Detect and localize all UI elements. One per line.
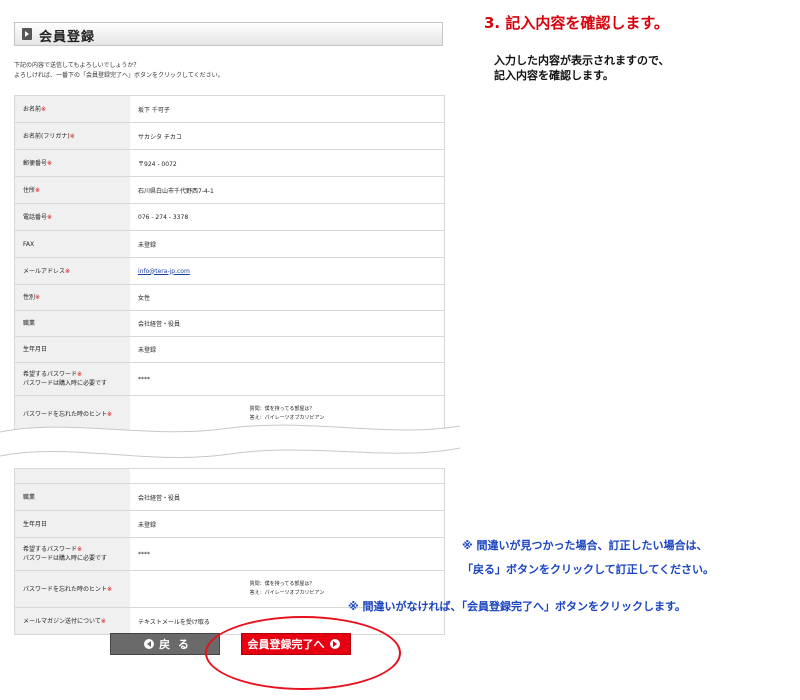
page-break-divider: [0, 424, 460, 458]
label-hint-2: パスワードを忘れた時のヒント ※: [15, 571, 130, 607]
note-error-1: ※ 間違いが見つかった場合、訂正したい場合は、: [462, 539, 708, 552]
row-cut-top: [15, 469, 444, 484]
hint-question-2: 質問：僕を持ってる部屋は？: [249, 581, 315, 587]
label-gender: 性別 ※: [15, 285, 130, 310]
hint-question: 質問：僕を持ってる部屋は？: [249, 406, 315, 412]
back-button-label: 戻 る: [159, 638, 191, 651]
row-name: お名前 ※ 坂下 千可子: [15, 96, 444, 123]
intro-text: 下記の内容で送信してもよろしいでしょうか？ よろしければ、一番下の「会員登録完了…: [14, 61, 224, 81]
label-occupation: 職業: [15, 311, 130, 336]
intro-line-2: よろしければ、一番下の「会員登録完了へ」ボタンをクリックしてください。: [14, 72, 224, 79]
label-address: 住所 ※: [15, 177, 130, 203]
bullet-icon: [22, 28, 32, 40]
row-birthday-2: 生年月日 未登録: [15, 511, 444, 538]
back-button[interactable]: 戻 る: [110, 633, 220, 655]
page-header: 会員登録: [14, 22, 443, 46]
value-cut-top: [130, 469, 444, 483]
value-occupation: 会社経営・役員: [138, 321, 181, 328]
value-occupation-2: 会社経営・役員: [138, 494, 181, 502]
row-furigana: お名前(フリガナ) ※ サカシタ チカコ: [15, 123, 444, 150]
confirm-form: お名前 ※ 坂下 千可子 お名前(フリガナ) ※ サカシタ チカコ 郵便番号 ※ 〒9…: [14, 95, 445, 447]
row-occupation-2: 職業 会社経営・役員: [15, 484, 444, 511]
row-address: 住所 ※ 石川県白山市千代野西7-4-1: [15, 177, 444, 204]
row-occupation: 職業 会社経営・役員: [15, 311, 444, 337]
value-email: info@tera-jp.com: [130, 258, 444, 284]
page-title: 会員登録: [39, 30, 96, 45]
arrow-left-icon: [144, 639, 155, 649]
step-desc-line-2: 記入内容を確認します。: [494, 69, 614, 82]
value-phone: 076 - 274 - 3378: [138, 213, 189, 221]
label-password-2: 希望するパスワード※ パスワードは購入時に必要です: [15, 538, 130, 570]
value-fax: 未登録: [138, 241, 157, 249]
row-password: 希望するパスワード※ パスワードは購入時に必要です ****: [15, 363, 444, 396]
value-furigana: サカシタ チカコ: [138, 133, 182, 141]
row-email: メールアドレス ※ info@tera-jp.com: [15, 258, 444, 285]
label-cut-top: [15, 469, 130, 483]
email-link[interactable]: info@tera-jp.com: [138, 268, 190, 275]
label-postal: 郵便番号 ※: [15, 150, 130, 176]
row-birthday: 生年月日 未登録: [15, 337, 444, 363]
value-birthday: 未登録: [138, 347, 157, 354]
row-fax: FAX 未登録: [15, 231, 444, 258]
value-password-2: ****: [138, 550, 150, 558]
row-password-2: 希望するパスワード※ パスワードは購入時に必要です ****: [15, 538, 444, 571]
value-password: ****: [138, 375, 150, 383]
label-birthday: 生年月日: [15, 337, 130, 362]
label-magazine: メールマガジン送付について ※: [15, 608, 130, 634]
step-title: 3. 記入内容を確認します。: [484, 14, 669, 32]
label-occupation-2: 職業: [15, 484, 130, 510]
label-phone: 電話番号 ※: [15, 204, 130, 230]
note-error-2: 「戻る」ボタンをクリックして訂正してください。: [462, 563, 715, 576]
intro-line-1: 下記の内容で送信してもよろしいでしょうか？: [14, 62, 140, 69]
label-fax: FAX: [15, 231, 130, 257]
value-postal: 〒924 - 0072: [138, 160, 177, 168]
label-name: お名前 ※: [15, 96, 130, 122]
value-address: 石川県白山市千代野西7-4-1: [138, 187, 214, 195]
label-email: メールアドレス ※: [15, 258, 130, 284]
value-birthday-2: 未登録: [138, 521, 157, 529]
value-name: 坂下 千可子: [138, 106, 170, 114]
step-description: 入力した内容が表示されますので、 記入内容を確認します。: [494, 53, 670, 83]
row-gender: 性別 ※ 女性: [15, 285, 444, 311]
label-furigana: お名前(フリガナ) ※: [15, 123, 130, 149]
label-password: 希望するパスワード※ パスワードは購入時に必要です: [15, 363, 130, 395]
hint-answer-2: 答え：パイレーツオブカリビアン: [249, 590, 325, 596]
label-birthday-2: 生年月日: [15, 511, 130, 537]
note-ok: ※ 間違いがなければ、「会員登録完了へ」ボタンをクリックします。: [348, 600, 686, 613]
row-phone: 電話番号 ※ 076 - 274 - 3378: [15, 204, 444, 231]
step-desc-line-1: 入力した内容が表示されますので、: [494, 54, 670, 67]
value-gender: 女性: [138, 295, 151, 302]
highlight-circle: [205, 616, 401, 690]
row-postal: 郵便番号 ※ 〒924 - 0072: [15, 150, 444, 177]
